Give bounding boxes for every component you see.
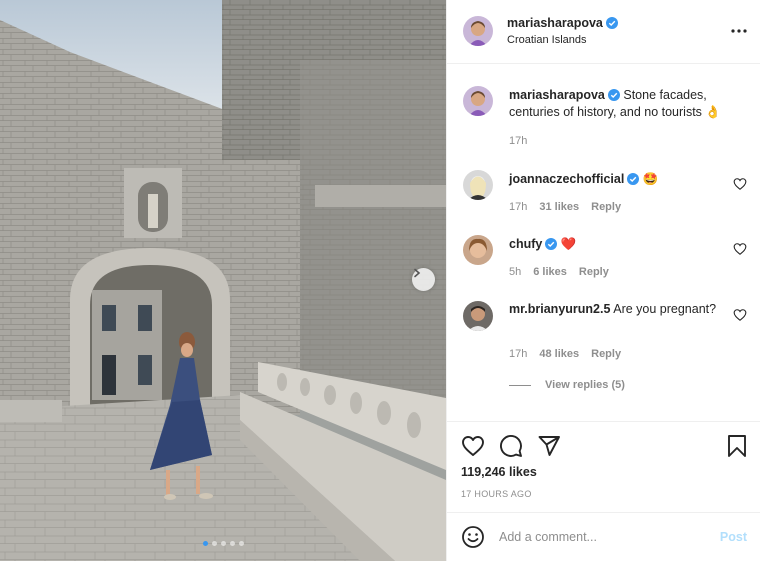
commenter-avatar[interactable]	[463, 301, 493, 331]
verified-badge-icon	[607, 89, 620, 101]
caption-item: mariasharapova Stone facades, centuries …	[461, 86, 751, 156]
commenter-username[interactable]: joannaczechofficial	[509, 172, 624, 186]
post-header: mariasharapova Croatian Islands	[447, 0, 760, 64]
comment-like-heart-icon[interactable]	[733, 177, 747, 191]
commenter-avatar[interactable]	[463, 170, 493, 200]
verified-badge-icon	[627, 173, 640, 185]
commenter-username[interactable]: mr.brianyurun2.5	[509, 302, 610, 316]
author-avatar[interactable]	[463, 16, 493, 46]
view-replies-button[interactable]: View replies (5)	[509, 379, 625, 391]
caption-username[interactable]: mariasharapova	[509, 88, 605, 102]
post-actions: 119,246 likes 17 HOURS AGO	[447, 421, 760, 521]
verified-badge-icon	[545, 238, 558, 250]
reply-button[interactable]: Reply	[591, 348, 621, 360]
carousel-indicator	[0, 541, 446, 546]
comment-like-heart-icon[interactable]	[733, 308, 747, 322]
comment-item: mr.brianyurun2.5 Are you pregnant? 17h 4…	[461, 298, 751, 378]
photo-scene	[0, 0, 446, 561]
commenter-username[interactable]: chufy	[509, 237, 542, 251]
share-paper-plane-icon[interactable]	[537, 434, 561, 458]
chevron-right-icon	[414, 268, 421, 278]
comment-likes[interactable]: 48 likes	[539, 348, 579, 360]
comment-likes[interactable]: 31 likes	[539, 201, 579, 213]
comment-time[interactable]: 5h	[509, 266, 521, 278]
reply-button[interactable]: Reply	[591, 201, 621, 213]
more-horizontal-icon	[731, 29, 747, 33]
post-side-panel: mariasharapova Croatian Islands mariasha…	[446, 0, 760, 561]
replies-divider	[509, 384, 531, 386]
comment-bubble-icon[interactable]	[499, 434, 523, 458]
carousel-next-button[interactable]	[412, 268, 435, 291]
like-heart-icon[interactable]	[461, 434, 485, 458]
carousel-dot	[238, 541, 244, 546]
post-photo[interactable]	[0, 0, 446, 561]
like-count[interactable]: 119,246 likes	[461, 465, 537, 479]
comment-item: chufy ❤️ 5h 6 likes Reply	[461, 233, 751, 293]
comment-emoji: ❤️	[560, 237, 577, 251]
post-timestamp[interactable]: 17 HOURS AGO	[461, 489, 532, 499]
carousel-dot	[211, 541, 217, 546]
more-options-button[interactable]	[731, 24, 747, 34]
caption-emoji: 👌	[705, 105, 721, 119]
reply-button[interactable]: Reply	[579, 266, 609, 278]
post-location[interactable]: Croatian Islands	[507, 34, 618, 46]
commenter-avatar[interactable]	[463, 235, 493, 265]
comment-time[interactable]: 17h	[509, 348, 527, 360]
post-comment-button[interactable]: Post	[720, 530, 747, 544]
comment-emoji: 🤩	[642, 172, 659, 186]
author-username[interactable]: mariasharapova	[507, 16, 603, 30]
comment-item: joannaczechofficial 🤩 17h 31 likes Reply	[461, 168, 751, 228]
author-avatar[interactable]	[463, 86, 493, 116]
view-replies-label: View replies (5)	[545, 379, 625, 391]
caption-time[interactable]: 17h	[509, 135, 527, 147]
comment-likes[interactable]: 6 likes	[533, 266, 567, 278]
comment-input[interactable]	[499, 527, 699, 547]
bookmark-icon[interactable]	[725, 434, 749, 458]
carousel-dot	[220, 541, 226, 546]
smiley-icon[interactable]	[461, 525, 485, 549]
carousel-dot	[202, 541, 208, 546]
add-comment-bar: Post	[447, 512, 760, 561]
comments-list[interactable]: mariasharapova Stone facades, centuries …	[447, 65, 760, 421]
verified-badge-icon	[605, 17, 618, 29]
carousel-dot	[229, 541, 235, 546]
comment-like-heart-icon[interactable]	[733, 242, 747, 256]
comment-text: Are you pregnant?	[613, 302, 717, 316]
comment-time[interactable]: 17h	[509, 201, 527, 213]
